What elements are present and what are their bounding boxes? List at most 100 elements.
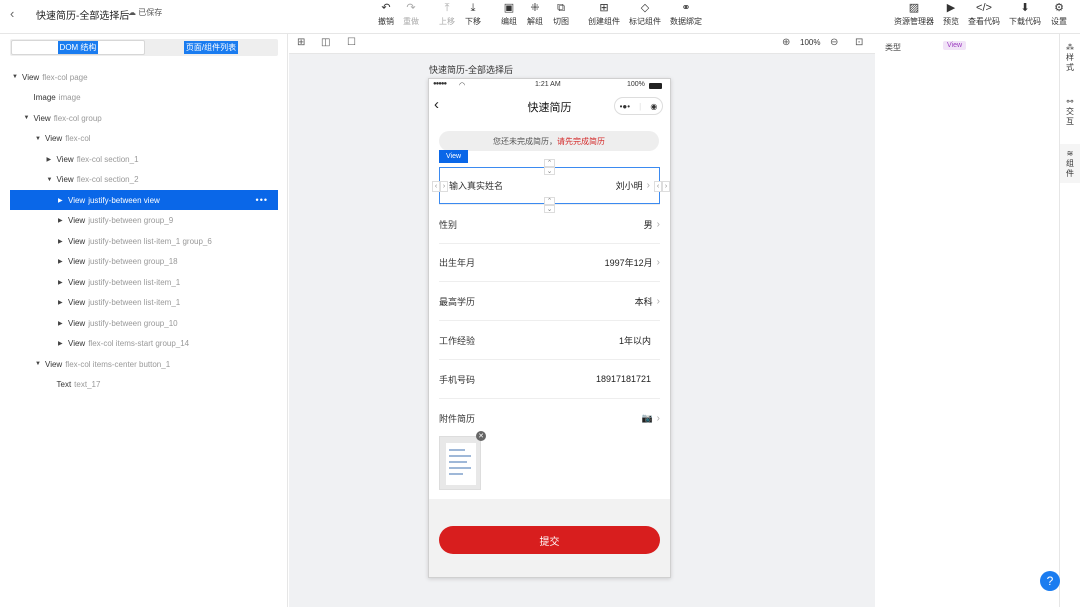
node-tag: View [68,298,86,307]
expand-toggle-icon[interactable]: ▶ [58,279,68,286]
grid-icon[interactable]: ⊞ [297,37,305,48]
handle-up-icon[interactable]: ⌃ [544,159,555,167]
dom-tree-node[interactable]: ▶ View flex-col items-start group_14 [0,334,288,354]
form-row[interactable]: 附件简历 📷 › [439,399,660,437]
side-tab-0[interactable]: ⁂ 样式 [1060,38,1080,77]
saved-status: ☁ 已保存 [128,7,162,18]
dom-tree-node[interactable]: ▶ View flex-col section_1 [0,149,288,169]
resume-notice: 您还未完成简历， 请先完成简历 [439,131,659,151]
node-tag: View [56,154,74,164]
camera-icon: 📷 [641,412,653,423]
expand-toggle-icon[interactable]: ▶ [58,320,68,327]
saved-label: 已保存 [138,8,163,17]
tab-dom-structure[interactable]: DOM 结构 [11,40,145,55]
tool-label: 重做 [403,17,419,26]
expand-toggle-icon[interactable]: ▶ [58,340,68,347]
zoom-out-icon[interactable]: ⊖ [830,37,838,48]
toolbar-right-4-button[interactable]: ⚙ 设置 [1035,0,1080,34]
dom-tree-node[interactable]: Image image [0,88,288,108]
expand-toggle-icon[interactable]: ▶ [58,217,68,224]
status-time: 1:21 AM [535,81,561,88]
form-row[interactable]: 工作经验 1年以内 [439,322,660,360]
dom-tree-node[interactable]: ▼ View flex-col section_2 [0,170,288,190]
dom-tree-node[interactable]: ▶ View justify-between list-item_1 [0,293,288,313]
node-tag: View [68,195,86,205]
dom-tree-node[interactable]: ▶ View justify-between group_18 [0,252,288,272]
expand-toggle-icon[interactable]: ▶ [58,238,68,245]
toolbar-6-button[interactable]: ⧉ 切图 [541,0,581,34]
expand-toggle-icon[interactable]: ▼ [35,361,45,367]
dom-tree-node[interactable]: ▶ View justify-between group_9 [0,211,288,231]
chevron-left-icon[interactable]: ‹ [10,6,14,21]
handle-down-icon[interactable]: ⌄ [544,205,555,213]
notice-link[interactable]: 请先完成简历 [557,136,605,147]
expand-toggle-icon[interactable]: ▶ [58,197,68,204]
form-row[interactable]: 最高学历 本科 › [439,283,660,322]
thumb-line [449,467,471,469]
tool-label: 下移 [465,17,481,26]
tab-page-component-list[interactable]: 页面/组件列表 [144,40,278,55]
dom-tree-node[interactable]: ▼ View flex-col [0,129,288,149]
row-label: 性别 [439,219,458,230]
dom-tree-node[interactable]: ▼ View flex-col group [0,108,288,128]
expand-toggle-icon[interactable]: ▶ [58,299,68,306]
frame-icon[interactable]: ☐ [347,37,356,48]
dom-tree-node[interactable]: Text text_17 [0,375,288,395]
tool-icon: ▣ [503,2,515,14]
row-label: 工作经验 [439,335,476,346]
dom-tree-node[interactable]: ▶ View justify-between list-item_1 [0,272,288,292]
expand-toggle-icon[interactable]: ▼ [35,136,45,142]
side-tab-1[interactable]: ⚯ 交互 [1060,92,1080,131]
layout-icon[interactable]: ◫ [321,37,330,48]
dom-tree-node[interactable]: ▶ View justify-between view ••• [10,190,278,210]
handle-right-icon[interactable]: › [440,181,448,192]
expand-toggle-icon[interactable]: ▶ [47,156,57,163]
toolbar-8-button[interactable]: ◇ 标记组件 [625,0,665,34]
form-row[interactable]: 出生年月 1997年12月 › [439,244,660,283]
toolbar-9-button[interactable]: ⚭ 数据绑定 [666,0,706,34]
tool-label: 创建组件 [588,17,620,26]
handle-up-icon[interactable]: ⌃ [544,197,555,205]
dom-tree-node[interactable]: ▼ View flex-col items-center button_1 [0,354,288,374]
phone-artboard[interactable]: ●●●●● ◠ 1:21 AM 100% ‹ 快速简历 •●• | ◉ 您还未完… [428,78,671,578]
handle-right-icon[interactable]: › [662,181,670,192]
resume-attachment-thumbnail[interactable] [439,436,481,490]
zoom-in-icon[interactable]: ⊕ [782,37,790,48]
toolbar-1-button[interactable]: ↷ 重做 [391,0,431,34]
expand-toggle-icon[interactable]: ▼ [47,177,57,183]
tool-icon: ⚭ [681,2,691,14]
more-options-icon[interactable]: ••• [256,195,268,205]
expand-toggle-icon[interactable]: ▼ [12,74,22,80]
row-value: 1年以内 [618,335,651,346]
row-label: 附件简历 [439,413,476,424]
tool-label: 设置 [1051,17,1067,26]
close-target-icon[interactable]: ◉ [650,102,657,111]
side-tab-2[interactable]: ≋ 组件 [1060,144,1080,183]
expand-toggle-icon[interactable]: ▼ [24,115,34,121]
node-tag: View [68,216,86,225]
node-classes: justify-between view [88,195,160,205]
toolbar-7-button[interactable]: ⊞ 创建组件 [584,0,624,34]
handle-left-icon[interactable]: ‹ [432,181,440,192]
dom-tree-node[interactable]: ▼ View flex-col page [0,67,288,87]
dom-tree-node[interactable]: ▶ View justify-between group_10 [0,313,288,333]
dom-tree-node[interactable]: ▶ View justify-between list-item_1 group_6 [0,231,288,251]
handle-down-icon[interactable]: ⌄ [544,167,555,175]
tab-dom-label: DOM 结构 [57,41,99,54]
submit-button[interactable]: 提交 [439,526,660,554]
selection-badge: View [439,150,468,163]
expand-toggle-icon[interactable]: ▶ [58,258,68,265]
signal-icon: ●●●●● [433,81,447,87]
node-tag: View [68,257,86,266]
more-dots-icon[interactable]: •●• [620,102,630,111]
form-row[interactable]: 手机号码 18917181721 [439,361,660,399]
mini-program-capsule[interactable]: •●• | ◉ [614,97,663,115]
fit-screen-icon[interactable]: ⊡ [855,37,863,48]
remove-attachment-icon[interactable]: ✕ [476,431,486,441]
handle-left-icon[interactable]: ‹ [654,181,662,192]
row-value: 18917181721 [595,374,651,384]
cloud-icon: ☁ [128,8,136,17]
toolbar-3-button[interactable]: ⤓ 下移 [453,0,493,34]
help-button[interactable]: ? [1040,571,1060,591]
node-classes: flex-col group [53,113,102,123]
